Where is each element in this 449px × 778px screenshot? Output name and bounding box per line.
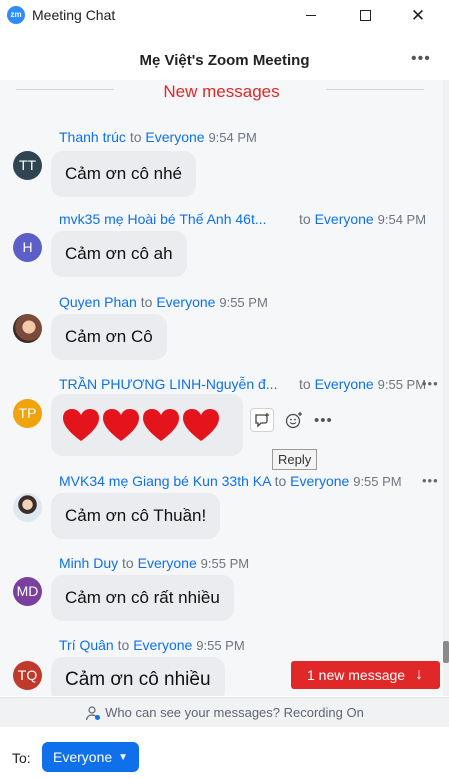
heart-icon xyxy=(183,409,219,441)
new-messages-label: New messages xyxy=(163,82,280,101)
more-icon[interactable]: ••• xyxy=(411,50,431,68)
avatar xyxy=(13,493,42,522)
message-bubble xyxy=(51,394,243,456)
message-time: 9:55 PM xyxy=(377,377,427,392)
window-title-bar: zm Meeting Chat ✕ xyxy=(0,0,449,30)
emoji-reaction-button[interactable] xyxy=(282,408,306,432)
message-target: Everyone xyxy=(145,129,205,145)
maximize-button[interactable] xyxy=(342,0,388,30)
message-time: 9:54 PM xyxy=(208,130,257,145)
message-bubble: Cảm ơn cô nhé xyxy=(51,151,196,197)
message-bubble: Cảm ơn cô ah xyxy=(51,231,187,277)
message-meta: Quyen Phan to Everyone 9:55 PM xyxy=(59,294,268,310)
message-target: Everyone xyxy=(137,555,197,571)
message-bubble: Cảm ơn cô Thuần! xyxy=(51,493,221,539)
chat-message-list[interactable]: New messages Thanh trúc to Everyone 9:54… xyxy=(0,80,443,696)
avatar-initials: TQ xyxy=(17,667,38,683)
to-word: to xyxy=(129,129,142,145)
message-time: 9:54 PM xyxy=(377,212,427,227)
to-word: to xyxy=(274,473,287,489)
to-word: to xyxy=(140,294,153,310)
chevron-down-icon: ▼ xyxy=(118,751,129,763)
message-more-icon[interactable]: ••• xyxy=(422,376,439,391)
message-target: Everyone xyxy=(133,637,193,653)
chat-scrollbar[interactable] xyxy=(443,80,449,696)
person-icon xyxy=(86,705,101,720)
scrollbar-thumb[interactable] xyxy=(443,641,449,663)
avatar xyxy=(13,314,42,343)
message-bubble: Cảm ơn cô nhiều xyxy=(51,657,225,696)
maximize-icon xyxy=(359,9,371,21)
message-target: Everyone xyxy=(314,211,374,227)
message-time: 9:55 PM xyxy=(219,295,268,310)
new-messages-divider: New messages xyxy=(0,80,443,106)
recipient-label: Everyone xyxy=(53,749,113,765)
heart-icon xyxy=(103,409,139,441)
sender-name[interactable]: Trí Quân xyxy=(59,637,114,653)
divider-line-right xyxy=(326,89,424,90)
privacy-notice-text: Who can see your messages? Recording On xyxy=(105,705,364,720)
window-title: Meeting Chat xyxy=(32,7,116,23)
message-target: Everyone xyxy=(156,294,216,310)
sender-name[interactable]: Thanh trúc xyxy=(59,129,126,145)
avatar: H xyxy=(13,233,42,262)
message-meta: Trí Quân to Everyone 9:55 PM xyxy=(59,637,245,653)
reply-icon xyxy=(255,413,269,428)
message-more-icon[interactable]: ••• xyxy=(422,473,439,488)
message-meta: MVK34 mẹ Giang bé Kun 33th KA to Everyon… xyxy=(59,473,402,489)
recipient-dropdown[interactable]: Everyone ▼ xyxy=(42,742,140,772)
avatar-initials: TP xyxy=(18,405,37,421)
meeting-title: Mẹ Việt's Zoom Meeting xyxy=(139,52,310,69)
reply-button[interactable] xyxy=(250,408,274,432)
message-time: 9:55 PM xyxy=(196,638,245,653)
message-bubble: Cảm ơn Cô xyxy=(51,314,167,360)
avatar-initials: MD xyxy=(16,583,39,599)
message-time: 9:55 PM xyxy=(200,556,250,571)
heart-icon xyxy=(143,409,179,441)
message-meta: Minh Duy to Everyone 9:55 PM xyxy=(59,555,249,571)
avatar: TP xyxy=(13,399,42,428)
new-message-label: 1 new message xyxy=(307,667,406,683)
close-icon: ✕ xyxy=(410,5,426,25)
message-meta: Thanh trúc to Everyone 9:54 PM xyxy=(59,129,257,145)
minimize-button[interactable] xyxy=(288,0,334,30)
arrow-down-icon: ↓ xyxy=(415,666,424,683)
chat-footer: To: Everyone ▼ xyxy=(0,727,449,778)
sender-name[interactable]: mvk35 mẹ Hoài bé Thế Anh 46t... xyxy=(59,211,267,227)
heart-icon xyxy=(63,409,99,441)
sender-name[interactable]: MVK34 mẹ Giang bé Kun 33th KA xyxy=(59,473,271,489)
avatar: TT xyxy=(13,151,42,180)
emoji-reaction-icon xyxy=(285,412,302,429)
close-button[interactable]: ✕ xyxy=(395,0,441,30)
to-word: to xyxy=(117,637,130,653)
zoom-logo-icon: zm xyxy=(7,6,25,24)
avatar-initials: TT xyxy=(18,157,37,173)
to-word: to xyxy=(299,211,311,227)
avatar: TQ xyxy=(13,661,42,690)
to-word: to xyxy=(299,376,311,392)
minimize-icon xyxy=(306,14,316,16)
message-time: 9:55 PM xyxy=(353,474,402,489)
message-target: Everyone xyxy=(290,473,350,489)
sender-name[interactable]: Minh Duy xyxy=(59,555,118,571)
more-options-icon[interactable]: ••• xyxy=(314,412,333,429)
message-target: Everyone xyxy=(314,376,374,392)
to-label: To: xyxy=(12,750,31,766)
to-word: to xyxy=(122,555,134,571)
message-hover-tools: ••• xyxy=(250,408,333,432)
sender-name[interactable]: TRẦN PHƯƠNG LINH-Nguyễn đ... xyxy=(59,376,277,392)
privacy-notice[interactable]: Who can see your messages? Recording On xyxy=(0,697,449,727)
avatar: MD xyxy=(13,577,42,606)
reply-tooltip: Reply xyxy=(272,449,318,470)
message-bubble: Cảm ơn cô rất nhiều xyxy=(51,575,234,621)
message-meta: mvk35 mẹ Hoài bé Thế Anh 46t... to Every… xyxy=(59,211,439,227)
avatar-initials: H xyxy=(22,239,33,255)
new-message-button[interactable]: 1 new message ↓ xyxy=(291,661,440,689)
message-meta: TRẦN PHƯƠNG LINH-Nguyễn đ... to Everyone… xyxy=(59,376,439,392)
sender-name[interactable]: Quyen Phan xyxy=(59,294,137,310)
